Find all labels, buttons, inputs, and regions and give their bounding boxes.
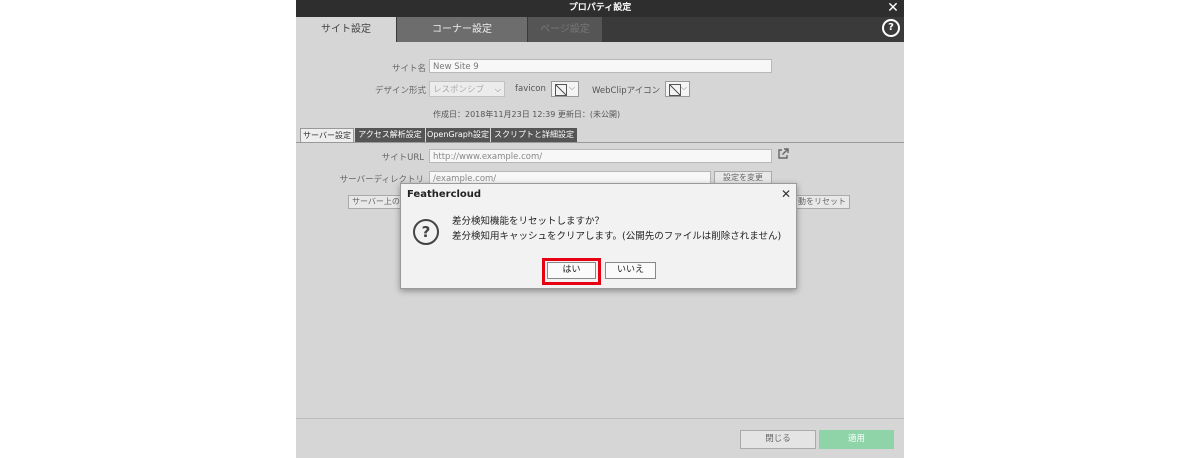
- question-icon: ?: [413, 219, 439, 245]
- subtab-divider: [296, 142, 904, 143]
- dialog-message-line2: 差分検知用キャッシュをクリアします。(公開先のファイルは削除されません): [452, 231, 782, 242]
- chevron-down-icon: ⌵: [494, 85, 501, 94]
- dialog-close-icon[interactable]: ✕: [781, 187, 791, 201]
- server-left-button[interactable]: サーバー上の: [348, 195, 404, 209]
- no-image-icon: [669, 84, 681, 96]
- close-icon[interactable]: ✕: [886, 1, 900, 15]
- subtab-scripts[interactable]: スクリプトと詳細設定: [491, 128, 577, 142]
- subtab-analytics[interactable]: アクセス解析設定: [355, 128, 425, 142]
- favicon-label: favicon: [515, 84, 546, 94]
- chevron-down-icon: ⌵: [680, 83, 687, 92]
- subtab-opengraph[interactable]: OpenGraph設定: [426, 128, 490, 142]
- date-info: 作成日：2018年11月23日 12:39 更新日：(未公開): [433, 110, 621, 119]
- reset-detection-button[interactable]: 動をリセット: [793, 195, 850, 209]
- chevron-down-icon: ⌵: [568, 83, 575, 92]
- confirm-dialog: Feathercloud ✕ ? 差分検知機能をリセットしますか？ 差分検知用キ…: [400, 183, 797, 289]
- help-icon[interactable]: ?: [882, 19, 900, 37]
- webclip-label: WebClipアイコン: [592, 86, 661, 96]
- apply-button[interactable]: 適用: [819, 430, 894, 449]
- tab-site-settings[interactable]: サイト設定: [296, 17, 396, 42]
- site-url-label: サイトURL: [381, 153, 424, 163]
- no-image-icon: [555, 84, 567, 96]
- design-select-value: レスポンシブ: [433, 85, 485, 95]
- window-title: プロパティ設定: [568, 3, 632, 13]
- window-titlebar: プロパティ設定: [296, 0, 904, 17]
- tab-corner-settings[interactable]: コーナー設定: [397, 17, 527, 42]
- dialog-title: Feathercloud: [407, 189, 482, 200]
- tab-page-settings: ページ設定: [528, 17, 602, 42]
- site-url-input[interactable]: http://www.example.com/: [429, 149, 772, 163]
- tab-bar: サイト設定 コーナー設定 ページ設定 ?: [296, 17, 904, 42]
- design-label: デザイン形式: [374, 86, 426, 96]
- site-name-label: サイト名: [391, 64, 426, 74]
- subtab-server-settings[interactable]: サーバー設定: [300, 128, 354, 142]
- external-link-icon[interactable]: [777, 148, 789, 160]
- webclip-select[interactable]: ⌵: [665, 81, 690, 97]
- dialog-message-line1: 差分検知機能をリセットしますか？: [452, 216, 605, 227]
- design-select[interactable]: レスポンシブ ⌵: [429, 81, 505, 97]
- site-name-input[interactable]: New Site 9: [429, 59, 772, 73]
- footer-divider: [296, 418, 904, 419]
- close-button[interactable]: 閉じる: [740, 430, 816, 449]
- no-button[interactable]: いいえ: [605, 262, 656, 279]
- yes-button[interactable]: はい: [547, 262, 596, 279]
- favicon-select[interactable]: ⌵: [551, 81, 579, 97]
